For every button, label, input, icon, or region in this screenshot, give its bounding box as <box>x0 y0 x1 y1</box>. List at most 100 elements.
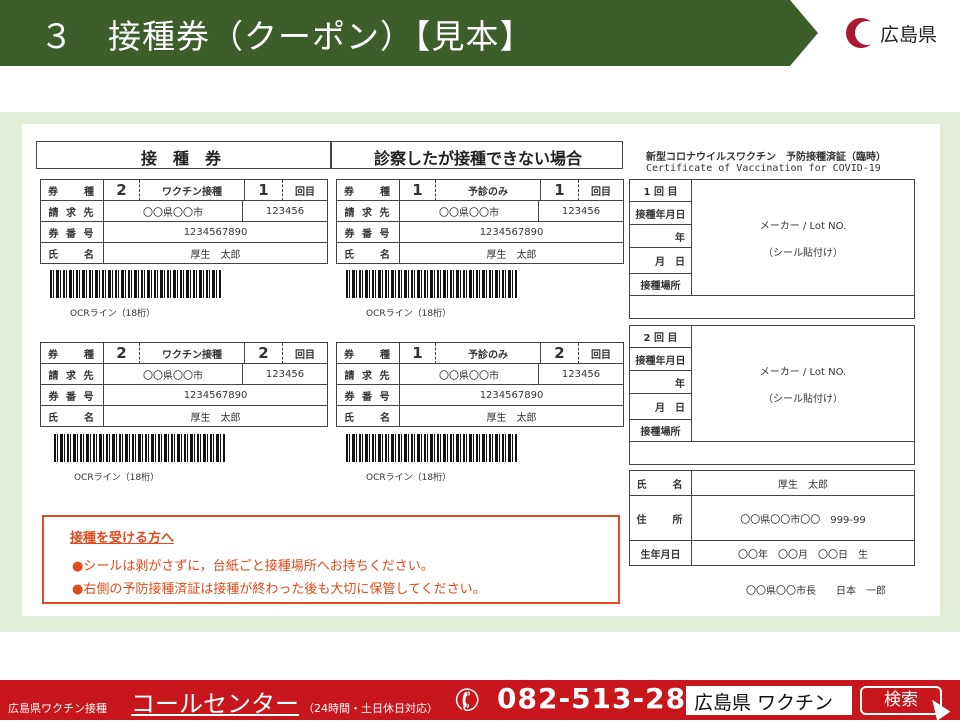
number-label: 券 番 号 <box>337 222 400 243</box>
birth-label: 生年月日 <box>630 541 692 565</box>
number-value: 1234567890 <box>400 385 623 406</box>
name-value: 厚生 太郎 <box>486 412 537 424</box>
address-label: 住 所 <box>630 496 692 541</box>
not-vaccinated-heading-box: 診察したが接種できない場合 <box>331 141 623 169</box>
ocr-line-label: OCRライン（18桁） <box>366 309 452 319</box>
personal-info-table: 氏 名 厚生 太郎 住 所 〇〇県〇〇市〇〇 999-99 生年月日 〇〇年 〇… <box>629 470 915 566</box>
prefecture-logo: 広島県 <box>846 16 946 50</box>
header: ３ 接種券（クーポン）【見本】 広島県 <box>0 0 960 66</box>
billing-label: 請 求 先 <box>337 364 400 385</box>
certificate-title-en: Certificate of Vaccination for COVID-19 <box>646 163 881 174</box>
kind-label: 券 種 <box>41 343 104 364</box>
name-label: 氏 名 <box>337 243 400 263</box>
sticker-label: メーカー / Lot NO. <box>759 366 847 378</box>
address-value: 〇〇県〇〇市〇〇 999-99 <box>692 496 914 541</box>
kind-number: 2 <box>104 343 140 364</box>
month-day-label: 月 日 <box>630 248 692 274</box>
ticket-table: 券 種 2 ワクチン接種 2 回目 請 求 先 〇〇県〇〇市 123456 券 … <box>40 342 328 427</box>
call-center-hours: （24時間・土日休日対応） <box>303 702 438 715</box>
page-title: ３ 接種券（クーポン）【見本】 <box>40 17 534 56</box>
notice-line-2: ●右側の予防接種済証は接種が終わった後も大切に保管してください。 <box>72 582 486 597</box>
kind-number: 1 <box>400 343 436 364</box>
title-bar: ３ 接種券（クーポン）【見本】 <box>0 0 818 66</box>
dose-label: 1 回 目 <box>630 180 692 202</box>
sticker-note: （シール貼付け） <box>763 247 843 259</box>
kind-name: ワクチン接種 <box>140 343 245 364</box>
place-label: 接種場所 <box>630 274 692 296</box>
name-value: 厚生 太郎 <box>190 249 241 261</box>
year-label: 年 <box>630 371 692 394</box>
number-label: 券 番 号 <box>41 222 104 243</box>
billing-value: 〇〇県〇〇市 <box>104 364 243 385</box>
kind-number: 2 <box>104 180 140 201</box>
coupon-heading-box: 接 種 券 <box>36 141 331 169</box>
sticker-label: メーカー / Lot NO. <box>759 220 847 232</box>
notice-box: 接種を受ける方へ ●シールは剥がさずに，台紙ごと接種場所へお持ちください。 ●右… <box>42 515 620 604</box>
dose-suffix: 回目 <box>579 343 623 364</box>
dose-number: 2 <box>541 343 579 364</box>
barcode <box>346 270 518 298</box>
dose-suffix: 回目 <box>283 180 327 201</box>
name-value: 厚生 太郎 <box>486 249 537 261</box>
name-label: 氏 名 <box>337 406 400 426</box>
number-value: 1234567890 <box>104 222 327 243</box>
call-center-label: コールセンター <box>131 690 299 718</box>
dose-suffix: 回目 <box>579 180 623 201</box>
not-vaccinated-heading: 診察したが接種できない場合 <box>374 149 583 168</box>
birth-value: 〇〇年 〇〇月 〇〇日 生 <box>738 549 868 561</box>
dose-label: 2 回 目 <box>630 326 692 348</box>
ticket-table: 券 種 1 予診のみ 1 回目 請 求 先 〇〇県〇〇市 123456 券 番 … <box>336 179 624 264</box>
sticker-note: （シール貼付け） <box>763 393 843 405</box>
name-label: 氏 名 <box>41 406 104 426</box>
notice-title: 接種を受ける方へ <box>70 531 175 546</box>
dose-number: 2 <box>245 343 283 364</box>
logo-text: 広島県 <box>880 24 938 46</box>
ticket-table: 券 種 1 予診のみ 2 回目 請 求 先 〇〇県〇〇市 123456 券 番 … <box>336 342 624 427</box>
month-day-label: 月 日 <box>630 394 692 420</box>
barcode <box>54 434 226 462</box>
kind-label: 券 種 <box>337 343 400 364</box>
kind-name: ワクチン接種 <box>140 180 245 201</box>
sticker-area: メーカー / Lot NO. （シール貼付け） <box>692 326 914 442</box>
barcode <box>50 270 222 298</box>
billing-code: 123456 <box>539 364 623 385</box>
billing-code: 123456 <box>243 364 327 385</box>
name-value: 厚生 太郎 <box>692 471 914 496</box>
dose-number: 1 <box>541 180 579 201</box>
billing-label: 請 求 先 <box>41 201 104 222</box>
billing-code: 123456 <box>243 201 327 222</box>
name-label: 氏 名 <box>41 243 104 263</box>
number-label: 券 番 号 <box>337 385 400 406</box>
billing-label: 請 求 先 <box>41 364 104 385</box>
kind-number: 1 <box>400 180 436 201</box>
dose-suffix: 回目 <box>283 343 327 364</box>
billing-label: 請 求 先 <box>337 201 400 222</box>
dose-table: 1 回 目 接種年月日 年 月 日 接種場所 メーカー / Lot NO. （シ… <box>629 179 915 319</box>
billing-value: 〇〇県〇〇市 <box>400 201 539 222</box>
phone-icon: ✆ <box>449 680 486 722</box>
ocr-line-label: OCRライン（18桁） <box>366 473 452 483</box>
name-label: 氏 名 <box>630 471 692 496</box>
date-label: 接種年月日 <box>630 202 692 225</box>
kind-label: 券 種 <box>337 180 400 201</box>
ocr-line-label: OCRライン（18桁） <box>70 309 156 319</box>
ocr-line-label: OCRライン（18桁） <box>74 473 160 483</box>
number-value: 1234567890 <box>400 222 623 243</box>
ticket-table: 券 種 2 ワクチン接種 1 回目 請 求 先 〇〇県〇〇市 123456 券 … <box>40 179 328 264</box>
search-input[interactable]: 広島県 ワクチン <box>686 686 852 715</box>
footer-banner: 広島県ワクチン接種 コールセンター （24時間・土日休日対応） ✆ 082-51… <box>0 680 960 722</box>
kind-label: 券 種 <box>41 180 104 201</box>
certificate-title: 新型コロナウイルスワクチン 予防接種済証（臨時） <box>646 152 886 163</box>
name-value: 厚生 太郎 <box>190 412 241 424</box>
billing-value: 〇〇県〇〇市 <box>104 201 243 222</box>
barcode <box>346 434 518 462</box>
kind-name: 予診のみ <box>436 180 541 201</box>
number-value: 1234567890 <box>104 385 327 406</box>
kind-name: 予診のみ <box>436 343 541 364</box>
footer-prefix: 広島県ワクチン接種 <box>8 702 107 715</box>
date-label: 接種年月日 <box>630 348 692 371</box>
coupon-heading: 接 種 券 <box>141 149 222 168</box>
number-label: 券 番 号 <box>41 385 104 406</box>
issuer: 〇〇県〇〇市長 日本 一郎 <box>746 586 886 597</box>
sticker-area: メーカー / Lot NO. （シール貼付け） <box>692 180 914 296</box>
